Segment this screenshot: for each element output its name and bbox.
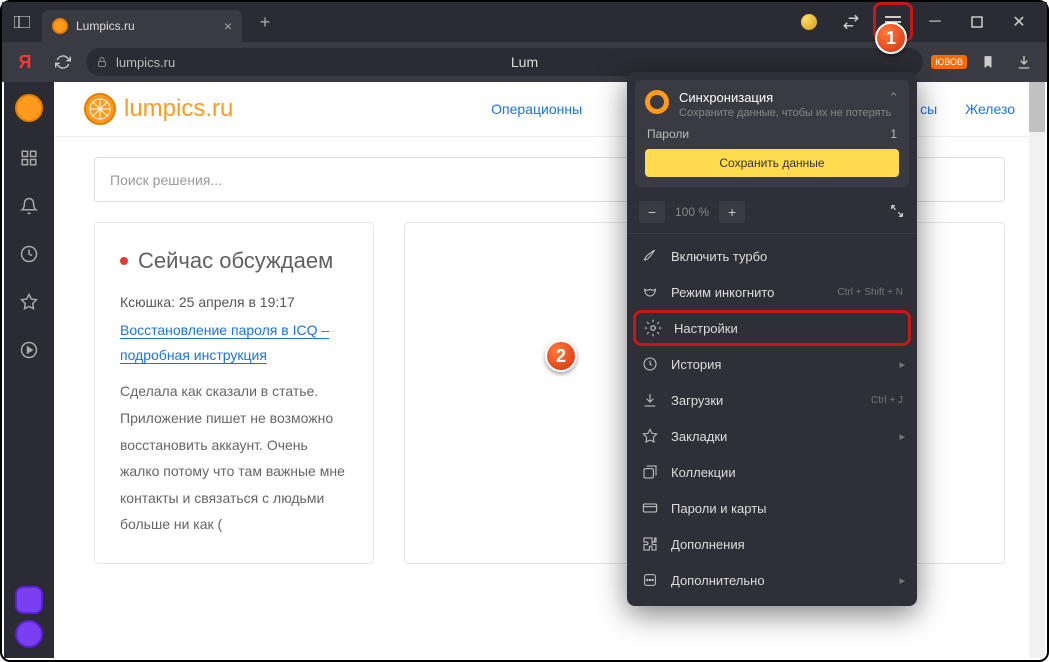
discussion-title: Сейчас обсуждаем	[120, 248, 348, 274]
menu-item-passwords[interactable]: Пароли и карты	[627, 490, 917, 526]
downloads-icon[interactable]	[1009, 47, 1039, 77]
lock-icon	[96, 55, 108, 69]
red-dot-icon	[120, 257, 128, 265]
logo-text: lumpics.ru	[124, 95, 233, 123]
chevron-right-icon: ▸	[899, 430, 905, 443]
tab-close-icon[interactable]: ×	[224, 18, 232, 34]
nav-link-hardware[interactable]: Железо	[965, 101, 1015, 117]
sync-passwords-label: Пароли	[647, 127, 689, 141]
menu-item-advanced[interactable]: Дополнительно ▸	[627, 562, 917, 598]
menu-item-addons[interactable]: Дополнения	[627, 526, 917, 562]
alice-icon-1[interactable]	[15, 586, 43, 614]
callout-2: 2	[545, 340, 577, 372]
scrollbar[interactable]	[1029, 82, 1045, 658]
comment-meta: Ксюшка: 25 апреля в 19:17	[120, 294, 348, 310]
menu-item-history[interactable]: История ▸	[627, 346, 917, 382]
coin-icon[interactable]	[789, 2, 829, 42]
logo-icon	[84, 93, 116, 125]
fullscreen-icon[interactable]	[889, 203, 905, 222]
sync-title: Синхронизация	[679, 90, 891, 105]
chevron-right-icon: ▸	[899, 574, 905, 587]
scrollbar-thumb[interactable]	[1029, 82, 1045, 132]
incognito-shortcut: Ctrl + Shift + N	[837, 287, 903, 298]
sidebar-history-icon[interactable]	[17, 242, 41, 266]
gear-icon	[644, 319, 662, 337]
bookmark-icon[interactable]	[973, 47, 1003, 77]
close-window-button[interactable]: ✕	[999, 2, 1039, 42]
nav-link-2[interactable]: сы	[920, 101, 937, 117]
nav-link-os[interactable]: Операционны	[491, 101, 582, 117]
main-menu-dropdown: Синхронизация Сохраните данные, чтобы их…	[627, 72, 917, 606]
card-icon	[641, 499, 659, 517]
sync-icon	[645, 90, 669, 114]
star-icon	[641, 427, 659, 445]
collections-icon	[641, 463, 659, 481]
sidebar-toggle[interactable]	[2, 2, 42, 42]
sidebar-site-icon[interactable]	[15, 94, 43, 122]
url-title: Lum	[511, 54, 538, 70]
sidebar-play-icon[interactable]	[17, 338, 41, 362]
reader-mode-icon[interactable]	[831, 2, 871, 42]
new-tab-button[interactable]: +	[250, 7, 280, 37]
sync-panel[interactable]: Синхронизация Сохраните данные, чтобы их…	[635, 80, 909, 187]
url-text: lumpics.ru	[116, 55, 175, 70]
menu-item-incognito[interactable]: Режим инкогнито Ctrl + Shift + N	[627, 274, 917, 310]
menu-item-collections[interactable]: Коллекции	[627, 454, 917, 490]
callout-1: 1	[875, 22, 907, 54]
sidebar-services-icon[interactable]	[17, 146, 41, 170]
chevron-up-icon[interactable]: ⌃	[888, 90, 899, 106]
overlay-badge: ЮВОВ	[931, 55, 967, 69]
sync-save-button[interactable]: Сохранить данные	[645, 149, 899, 177]
menu-item-settings[interactable]: Настройки	[633, 310, 911, 346]
zoom-value: 100 %	[669, 205, 715, 219]
menu-item-turbo[interactable]: Включить турбо	[627, 238, 917, 274]
download-icon	[641, 391, 659, 409]
more-icon	[641, 571, 659, 589]
tab-title: Lumpics.ru	[76, 19, 216, 33]
sync-passwords-count: 1	[890, 127, 897, 141]
history-icon	[641, 355, 659, 373]
zoom-in-button[interactable]: +	[719, 201, 745, 223]
downloads-shortcut: Ctrl + J	[871, 395, 903, 406]
browser-tab[interactable]: Lumpics.ru ×	[42, 10, 242, 42]
sidebar-bookmarks-icon[interactable]	[17, 290, 41, 314]
menu-item-bookmarks[interactable]: Закладки ▸	[627, 418, 917, 454]
alice-icon-2[interactable]	[15, 620, 43, 648]
comment-body: Сделала как сказали в статье. Приложение…	[120, 378, 348, 538]
minimize-button[interactable]: ─	[915, 2, 955, 42]
comment-link[interactable]: Восстановление пароля в ICQ – подробная …	[120, 322, 329, 364]
zoom-out-button[interactable]: −	[639, 201, 665, 223]
rocket-icon	[641, 247, 659, 265]
puzzle-icon	[641, 535, 659, 553]
chevron-right-icon: ▸	[899, 358, 905, 371]
tab-favicon	[52, 18, 68, 34]
mask-icon	[641, 283, 659, 301]
sync-subtitle: Сохраните данные, чтобы их не потерять	[679, 107, 891, 119]
sidebar-notifications-icon[interactable]	[17, 194, 41, 218]
reload-button[interactable]	[48, 47, 78, 77]
site-logo[interactable]: lumpics.ru	[84, 93, 233, 125]
menu-item-downloads[interactable]: Загрузки Ctrl + J	[627, 382, 917, 418]
maximize-button[interactable]	[957, 2, 997, 42]
yandex-logo-icon[interactable]: Я	[10, 47, 40, 77]
